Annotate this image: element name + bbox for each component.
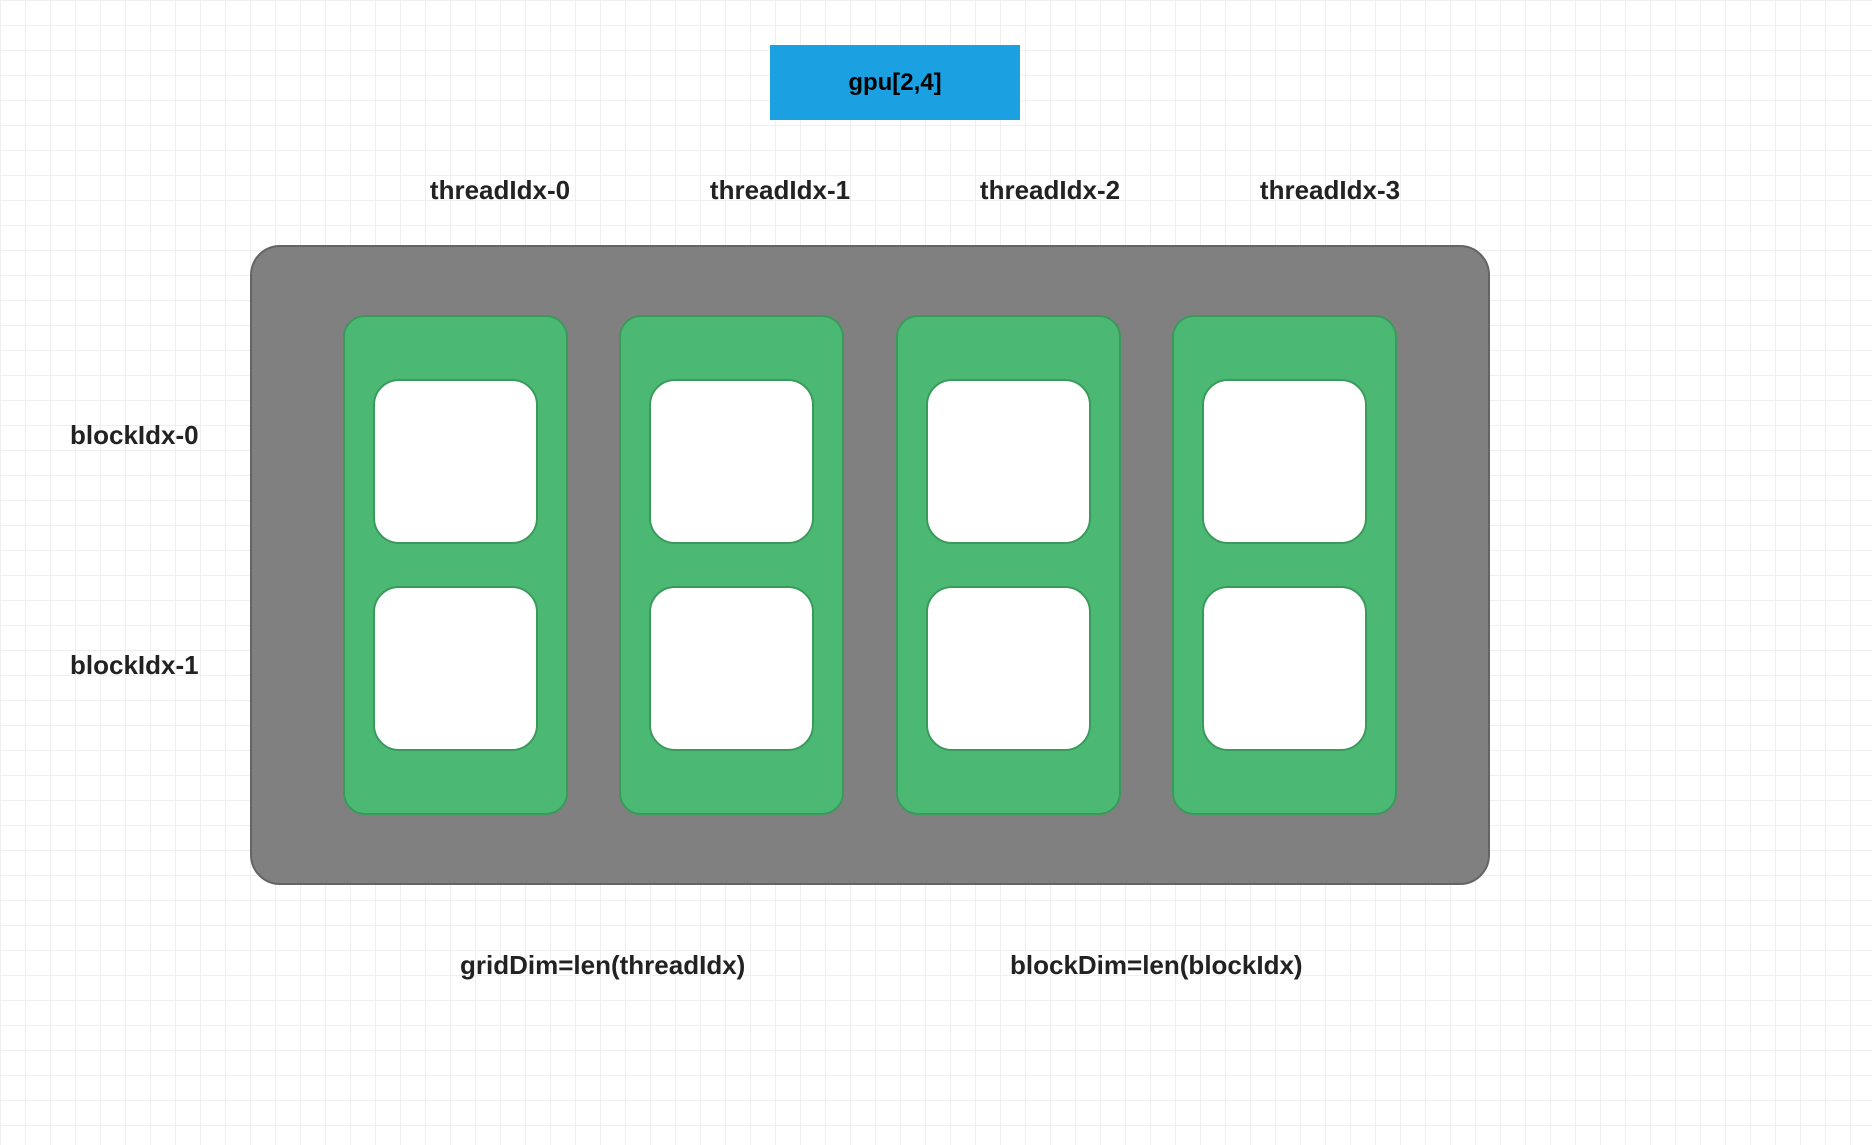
gpu-container <box>250 245 1490 885</box>
cell-block0-thread0 <box>373 379 538 544</box>
thread-column-0 <box>343 315 568 815</box>
gpu-title-chip: gpu[2,4] <box>770 45 1020 120</box>
cell-block1-thread2 <box>926 586 1091 751</box>
thread-column-1 <box>619 315 844 815</box>
cell-block1-thread3 <box>1202 586 1367 751</box>
block-label-0: blockIdx-0 <box>70 420 199 451</box>
thread-header-3: threadIdx-3 <box>1190 175 1470 206</box>
thread-header-2: threadIdx-2 <box>910 175 1190 206</box>
footer-blockdim: blockDim=len(blockIdx) <box>1010 950 1303 981</box>
gpu-title-text: gpu[2,4] <box>848 69 941 97</box>
thread-column-3 <box>1172 315 1397 815</box>
cell-block0-thread2 <box>926 379 1091 544</box>
cell-block0-thread1 <box>649 379 814 544</box>
cell-block0-thread3 <box>1202 379 1367 544</box>
thread-header-1: threadIdx-1 <box>640 175 920 206</box>
cell-block1-thread0 <box>373 586 538 751</box>
thread-column-2 <box>896 315 1121 815</box>
cell-block1-thread1 <box>649 586 814 751</box>
footer-griddim: gridDim=len(threadIdx) <box>460 950 745 981</box>
block-label-1: blockIdx-1 <box>70 650 199 681</box>
thread-header-0: threadIdx-0 <box>360 175 640 206</box>
